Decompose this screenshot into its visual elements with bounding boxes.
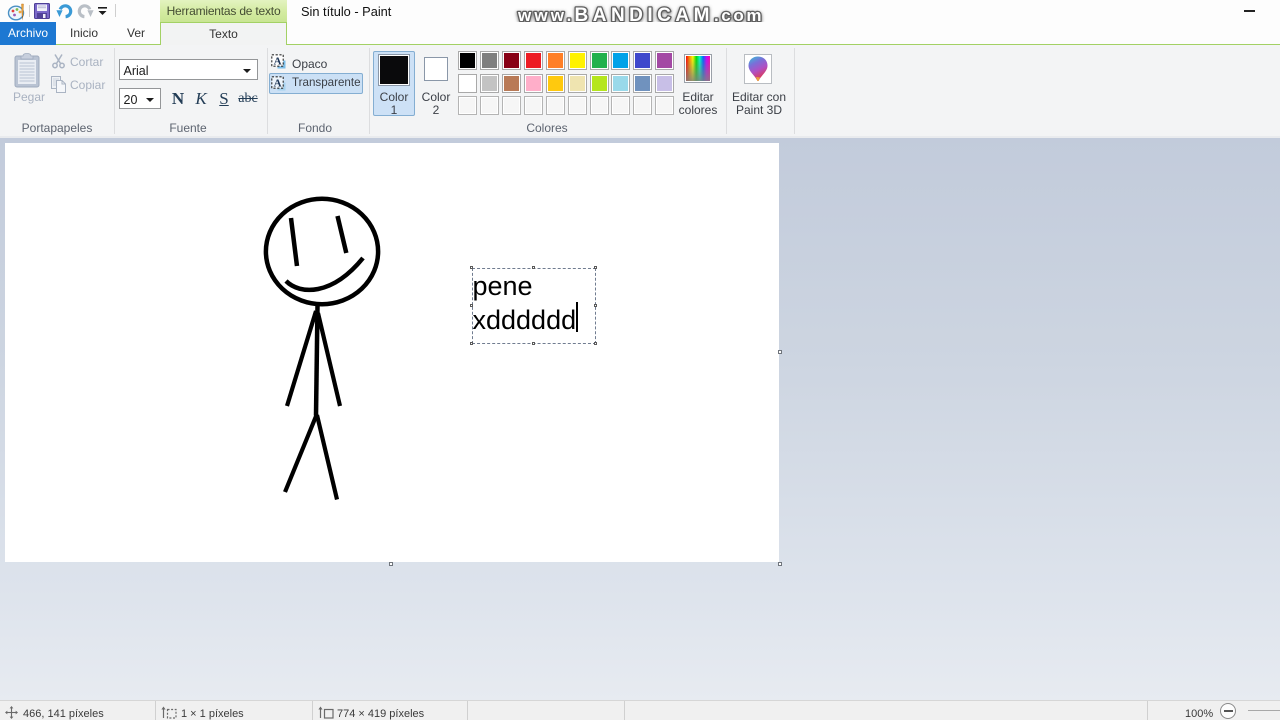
svg-text:A: A: [274, 56, 282, 68]
svg-text:A: A: [274, 78, 282, 90]
